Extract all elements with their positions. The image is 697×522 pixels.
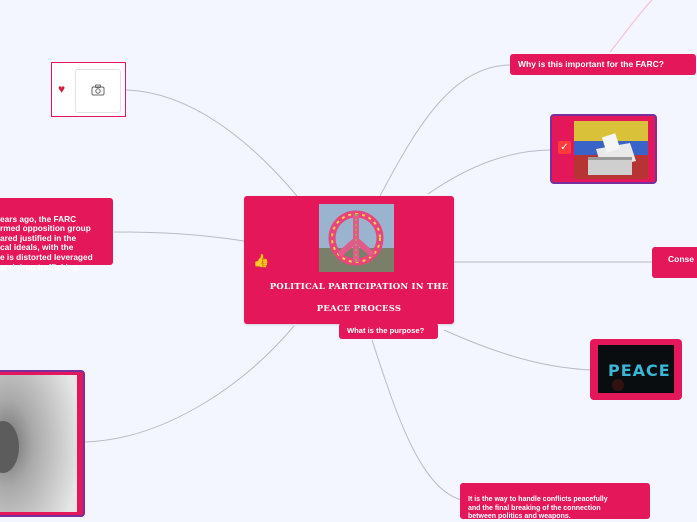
image-placeholder-card[interactable]: ♥ [51,62,126,117]
link-history [113,231,245,242]
heart-icon: ♥ [58,82,66,96]
topic-farc-history[interactable]: ears ago, the FARC rmed opposition group… [0,198,113,271]
central-topic-title: POLITICAL PARTICIPATION IN THE PEACE PRO… [269,282,449,314]
link-dark-image [83,325,295,443]
svg-text:PEACE: PEACE [608,361,671,380]
central-topic[interactable]: 👍 POLITICAL PARTICIPATION IN THE PEACE P… [244,196,454,324]
topic-purpose[interactable]: What is the purpose? [339,323,438,339]
image-node-gray[interactable] [0,370,85,517]
ballot-box-image [574,121,648,179]
peace-sign-flowers-image [319,204,394,272]
link-answer [371,339,463,501]
topic-purpose-answer[interactable]: It is the way to handle conflicts peacef… [460,483,650,521]
link-why-important [379,64,513,197]
topic-purpose-text: What is the purpose? [347,326,425,335]
link-placeholder [125,89,298,197]
topic-consequences-text: Conse [668,254,694,264]
topic-why-important-text: Why is this important for the FARC? [518,59,664,69]
image-node-ballot[interactable]: ✓ [550,114,657,184]
image-node-peace[interactable]: PEACE [590,339,682,400]
peace-word-image: PEACE [598,345,674,393]
thumbs-up-icon: 👍 [253,253,270,268]
image-upload-slot[interactable] [75,69,121,113]
link-ballot-image [427,149,553,195]
gray-photo-image [0,375,77,512]
camera-icon [91,84,105,96]
topic-purpose-answer-text: It is the way to handle conflicts peacef… [468,496,608,521]
topic-farc-history-text: ears ago, the FARC rmed opposition group… [0,213,93,272]
check-icon: ✓ [558,141,571,154]
topic-why-important[interactable]: Why is this important for the FARC? [510,54,696,75]
topic-consequences[interactable]: Conse [652,247,697,278]
link-top-right [609,0,653,53]
link-peace-image [443,329,593,371]
